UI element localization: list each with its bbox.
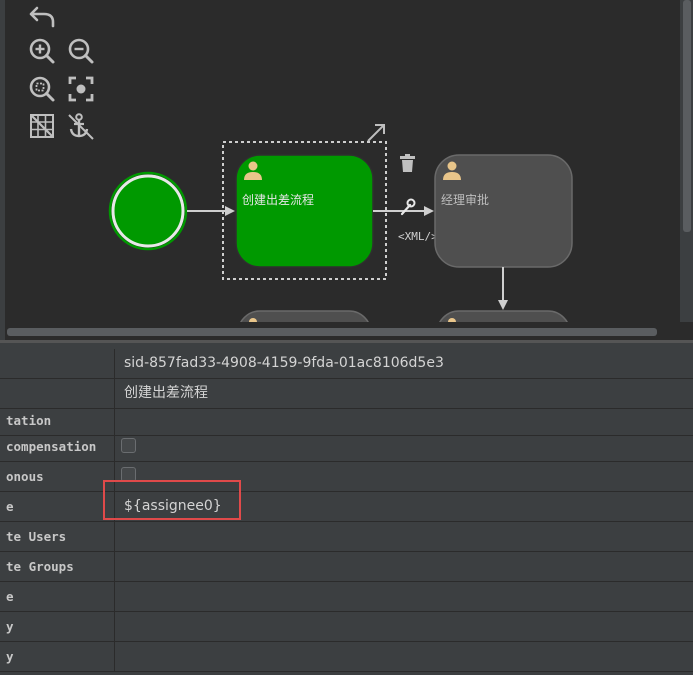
task-label: 创建出差流程 bbox=[242, 192, 314, 207]
property-row-id: sid-857fad33-4908-4159-9fda-01ac8106d5e3 bbox=[0, 349, 693, 379]
resize-arrow-icon[interactable] bbox=[367, 124, 385, 142]
task-create-trip[interactable] bbox=[235, 154, 374, 268]
horizontal-scroll-thumb[interactable] bbox=[7, 328, 657, 336]
diagram-canvas[interactable]: 创建出差流程 <XML/> 经理审批 bbox=[0, 0, 693, 342]
process-diagram: 创建出差流程 <XML/> 经理审批 bbox=[108, 124, 573, 322]
property-name: te Users bbox=[0, 522, 115, 551]
property-row-priority: y bbox=[0, 642, 693, 672]
property-name: te Groups bbox=[0, 552, 115, 581]
sequence-flow-1[interactable] bbox=[187, 206, 235, 216]
property-value-id[interactable]: sid-857fad33-4908-4159-9fda-01ac8106d5e3 bbox=[124, 349, 444, 378]
task-below-right[interactable] bbox=[437, 310, 570, 322]
property-name bbox=[0, 349, 115, 378]
task-label: 经理审批 bbox=[441, 192, 489, 207]
property-row-compensation: compensation bbox=[0, 432, 693, 462]
property-name: e bbox=[0, 582, 115, 611]
asynchronous-checkbox[interactable] bbox=[121, 467, 136, 482]
property-name: e bbox=[0, 492, 115, 521]
property-value-assignee[interactable]: ${assignee0} bbox=[124, 492, 222, 521]
properties-panel: sid-857fad33-4908-4159-9fda-01ac8106d5e3… bbox=[0, 343, 693, 675]
task-manager-approval[interactable] bbox=[434, 154, 573, 268]
property-row-assignee: e ${assignee0} bbox=[0, 492, 693, 522]
property-name: tation bbox=[0, 406, 115, 435]
property-row-name: 创建出差流程 bbox=[0, 379, 693, 409]
property-value-name[interactable]: 创建出差流程 bbox=[124, 379, 208, 408]
xml-link[interactable]: <XML/> bbox=[398, 230, 438, 243]
compensation-checkbox[interactable] bbox=[121, 438, 136, 453]
property-name bbox=[0, 379, 115, 408]
property-name: compensation bbox=[0, 432, 115, 461]
property-row-asynchronous: onous bbox=[0, 462, 693, 492]
vertical-scroll-thumb[interactable] bbox=[683, 0, 691, 232]
task-below-left[interactable] bbox=[238, 310, 371, 322]
property-row-candidate-groups: te Groups bbox=[0, 552, 693, 582]
property-row-category: y bbox=[0, 612, 693, 642]
start-event[interactable] bbox=[108, 171, 188, 251]
property-name: onous bbox=[0, 462, 115, 491]
trash-icon[interactable] bbox=[400, 154, 415, 172]
property-row-candidate-users: te Users bbox=[0, 522, 693, 552]
property-name: y bbox=[0, 642, 115, 671]
property-row-due-date: e bbox=[0, 582, 693, 612]
property-name: y bbox=[0, 612, 115, 641]
sequence-flow-3[interactable] bbox=[498, 267, 508, 310]
